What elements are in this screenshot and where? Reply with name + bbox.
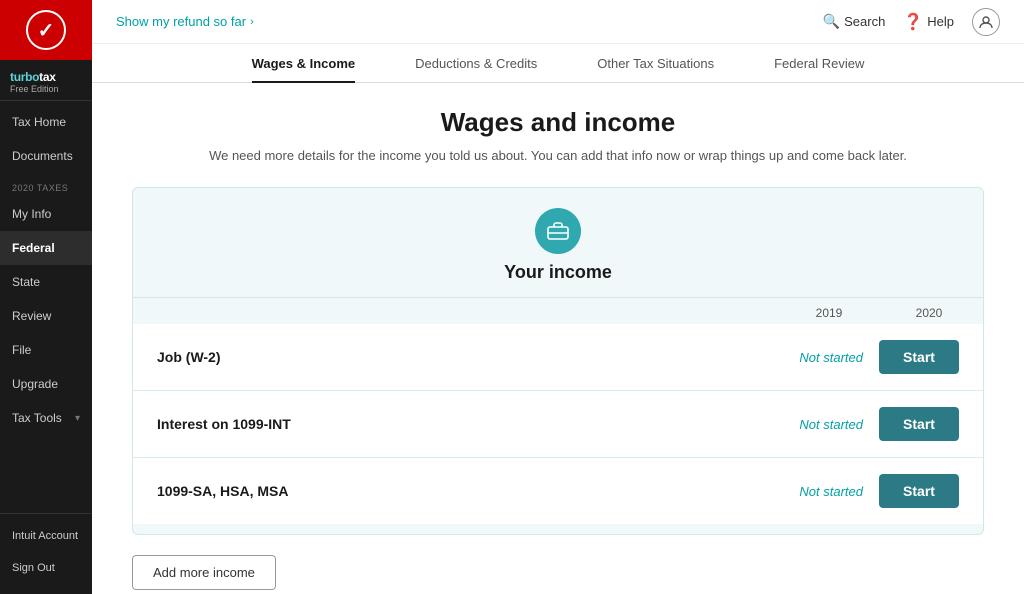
turbotax-logo: ✓ [26, 10, 66, 50]
sidebar-item-file[interactable]: File [0, 333, 92, 367]
interest-1099-start-button[interactable]: Start [879, 407, 959, 441]
tab-deductions-credits[interactable]: Deductions & Credits [415, 56, 537, 83]
sidebar-item-documents[interactable]: Documents [0, 139, 92, 173]
logo-area: ✓ [0, 0, 92, 60]
income-row-interest-1099: Interest on 1099-INT Not started Start [133, 391, 983, 458]
sidebar-nav: Tax Home Documents 2020 TAXES My Info Fe… [0, 101, 92, 513]
chevron-right-icon: › [250, 16, 254, 28]
sidebar-section-label: 2020 TAXES [0, 173, 92, 197]
income-card: Your income 2019 2020 Job (W-2) Not star… [132, 187, 984, 535]
tab-federal-review[interactable]: Federal Review [774, 56, 864, 83]
page-body: Wages and income We need more details fo… [92, 83, 1024, 594]
year-2020-label: 2020 [899, 306, 959, 320]
help-button[interactable]: ❓ Help [903, 12, 954, 32]
sidebar-item-my-info[interactable]: My Info [0, 197, 92, 231]
interest-1099-status: Not started [799, 417, 863, 432]
sidebar-item-federal[interactable]: Federal [0, 231, 92, 265]
top-bar: Show my refund so far › 🔍 Search ❓ Help [92, 0, 1024, 44]
interest-1099-label: Interest on 1099-INT [157, 416, 799, 432]
income-briefcase-icon [535, 208, 581, 254]
sidebar-item-state[interactable]: State [0, 265, 92, 299]
income-row-1099-sa: 1099-SA, HSA, MSA Not started Start [133, 458, 983, 524]
tab-nav: Wages & Income Deductions & Credits Othe… [92, 44, 1024, 83]
sidebar-item-tax-tools[interactable]: Tax Tools ▾ [0, 401, 92, 435]
job-w2-status: Not started [799, 350, 863, 365]
add-more-income-button[interactable]: Add more income [132, 555, 276, 590]
job-w2-start-button[interactable]: Start [879, 340, 959, 374]
user-icon [972, 8, 1000, 36]
income-row-job-w2: Job (W-2) Not started Start [133, 324, 983, 391]
tab-other-tax-situations[interactable]: Other Tax Situations [597, 56, 714, 83]
refund-link[interactable]: Show my refund so far › [116, 14, 254, 29]
page-title: Wages and income [132, 107, 984, 138]
top-actions: 🔍 Search ❓ Help [823, 8, 1000, 36]
page-subtitle: We need more details for the income you … [208, 148, 908, 163]
help-icon: ❓ [903, 12, 923, 32]
edition-label: Free Edition [10, 84, 82, 94]
sidebar-bottom: Intuit Account Sign Out [0, 513, 92, 594]
1099-sa-start-button[interactable]: Start [879, 474, 959, 508]
brand-name: turbotax [10, 70, 82, 84]
sidebar-item-sign-out[interactable]: Sign Out [0, 552, 92, 584]
1099-sa-label: 1099-SA, HSA, MSA [157, 483, 799, 499]
sidebar: ✓ turbotax Free Edition Tax Home Documen… [0, 0, 92, 594]
sidebar-item-upgrade[interactable]: Upgrade [0, 367, 92, 401]
income-card-title: Your income [504, 262, 612, 283]
search-button[interactable]: 🔍 Search [823, 13, 886, 30]
chevron-down-icon: ▾ [75, 413, 80, 424]
sidebar-item-tax-home[interactable]: Tax Home [0, 105, 92, 139]
main-content: Show my refund so far › 🔍 Search ❓ Help [92, 0, 1024, 594]
tab-wages-income[interactable]: Wages & Income [252, 56, 356, 83]
sidebar-item-review[interactable]: Review [0, 299, 92, 333]
income-card-header: Your income [133, 188, 983, 298]
sidebar-item-intuit-account[interactable]: Intuit Account [0, 520, 92, 552]
user-account-button[interactable] [972, 8, 1000, 36]
1099-sa-status: Not started [799, 484, 863, 499]
search-icon: 🔍 [823, 13, 840, 30]
job-w2-label: Job (W-2) [157, 349, 799, 365]
brand-area: turbotax Free Edition [0, 60, 92, 101]
income-years-header: 2019 2020 [133, 298, 983, 324]
year-2019-label: 2019 [799, 306, 859, 320]
